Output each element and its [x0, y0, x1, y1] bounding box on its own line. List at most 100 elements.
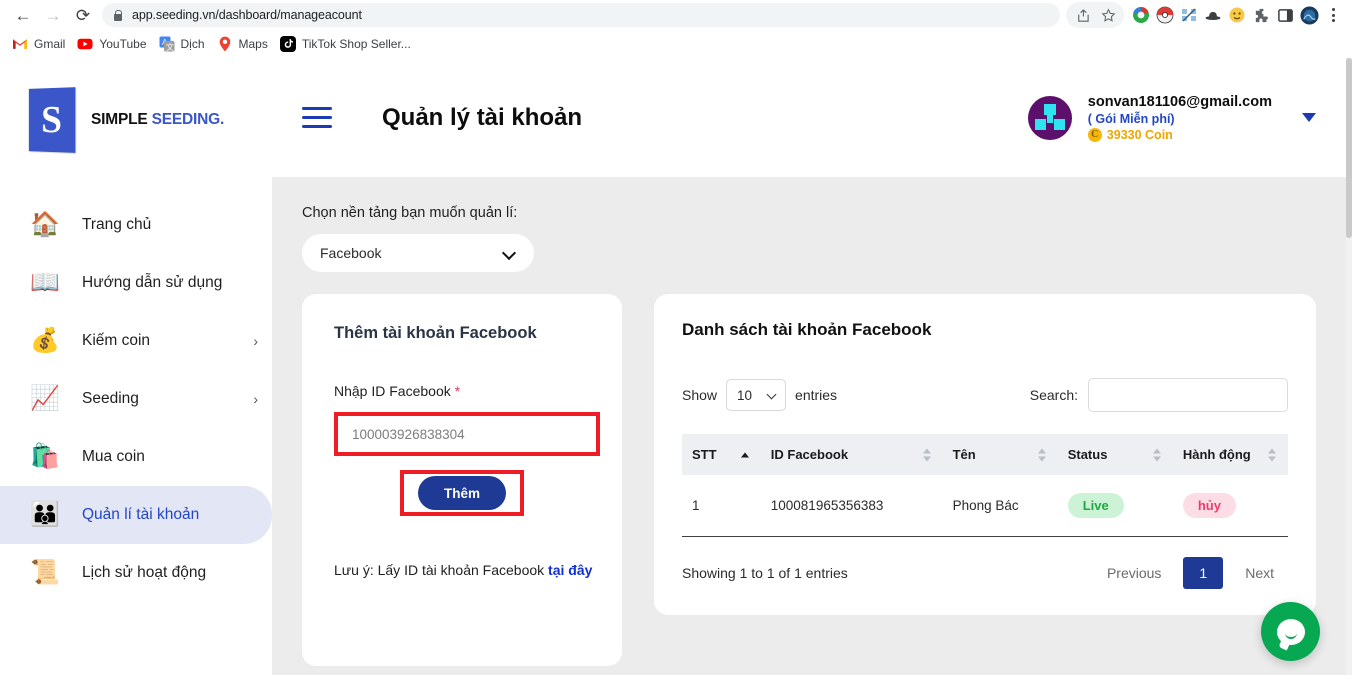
- lock-icon: [112, 9, 123, 22]
- add-account-title: Thêm tài khoản Facebook: [334, 324, 537, 342]
- address-bar[interactable]: app.seeding.vn/dashboard/manageacount: [102, 3, 1060, 27]
- app-viewport: S SIMPLE SEEDING. 🏠 Trang chủ 📖 Hướng dẫ…: [0, 58, 1352, 675]
- table-row: 1 100081965356383 Phong Bác Live hủy: [682, 475, 1288, 537]
- hamburger-menu-icon[interactable]: [302, 103, 340, 133]
- app-logo[interactable]: S SIMPLE SEEDING.: [0, 58, 272, 153]
- book-icon: 📖: [30, 269, 60, 296]
- account-details: sonvan181106@gmail.com ( Gói Miễn phí) C…: [1087, 93, 1272, 142]
- entries-select[interactable]: 10: [726, 379, 787, 411]
- column-label: Status: [1067, 447, 1108, 462]
- url-text: app.seeding.vn/dashboard/manageacount: [132, 8, 362, 22]
- bookmark-dich[interactable]: A文 Dịch: [155, 32, 213, 56]
- search-label: Search:: [1029, 387, 1078, 403]
- show-entries-group: Show 10 entries: [682, 379, 837, 411]
- logo-wordmark: SIMPLE SEEDING.: [91, 111, 224, 129]
- extension-icon-3[interactable]: [1178, 4, 1200, 26]
- profile-avatar-icon[interactable]: [1298, 4, 1320, 26]
- reload-icon[interactable]: ⟳: [68, 2, 98, 28]
- page-scrollbar-thumb[interactable]: [1346, 58, 1352, 238]
- cell-id-facebook: 100081965356383: [760, 475, 943, 537]
- extensions-row: [1130, 3, 1344, 27]
- add-account-card: Thêm tài khoản Facebook Nhập ID Facebook…: [302, 294, 622, 666]
- column-header-stt[interactable]: STT: [682, 434, 761, 475]
- bookmark-label: Gmail: [34, 37, 66, 51]
- column-header-ten[interactable]: Tên: [942, 434, 1058, 475]
- search-group: Search:: [1030, 378, 1288, 412]
- platform-select-wrapper: Facebook: [302, 234, 534, 272]
- content-area: Chọn nền tảng bạn muốn quản lí: Facebook…: [272, 177, 1352, 675]
- add-button-row: Thêm: [334, 470, 590, 516]
- bookmark-label: Maps: [238, 37, 268, 51]
- puzzle-icon[interactable]: [1250, 4, 1272, 26]
- chevron-right-icon: ›: [253, 391, 258, 407]
- extension-icon-5[interactable]: [1226, 4, 1248, 26]
- bookmark-youtube[interactable]: YouTube: [73, 32, 154, 56]
- share-icon[interactable]: [1069, 2, 1095, 28]
- required-mark: *: [454, 383, 461, 399]
- chat-widget-button[interactable]: [1261, 602, 1320, 661]
- chart-increasing-icon: 📈: [30, 385, 60, 412]
- pagination-next[interactable]: Next: [1231, 557, 1288, 589]
- sidebar-item-quan-li-tai-khoan[interactable]: 👪 Quản lí tài khoản: [0, 486, 272, 544]
- sidebar-item-kiem-coin[interactable]: 💰 Kiếm coin ›: [0, 312, 272, 370]
- svg-text:文: 文: [166, 42, 174, 52]
- add-button[interactable]: Thêm: [417, 476, 506, 510]
- pagination-previous[interactable]: Previous: [1093, 557, 1175, 589]
- extension-icon-1[interactable]: [1130, 4, 1152, 26]
- account-coin: C 39330 Coin: [1087, 127, 1272, 142]
- status-badge: Live: [1067, 493, 1124, 518]
- omnibox-row: ← → ⟳ app.seeding.vn/dashboard/manageaco…: [0, 0, 1352, 30]
- sidebar-item-mua-coin[interactable]: 🛍️ Mua coin: [0, 428, 272, 486]
- cancel-action-button[interactable]: hủy: [1182, 493, 1236, 518]
- account-list-title: Danh sách tài khoản Facebook: [682, 320, 932, 339]
- account-email: sonvan181106@gmail.com: [1087, 93, 1272, 110]
- back-arrow-icon[interactable]: ←: [8, 2, 38, 28]
- three-dot-menu-icon[interactable]: [1322, 3, 1344, 27]
- facebook-id-annotation-box: [334, 412, 600, 456]
- column-label: Hành động: [1182, 447, 1251, 462]
- sidebar-item-huong-dan-su-dung[interactable]: 📖 Hướng dẫn sử dụng: [0, 254, 272, 312]
- bookmark-label: Dịch: [180, 37, 205, 51]
- note-link[interactable]: tại đây: [548, 562, 592, 578]
- star-icon[interactable]: [1095, 2, 1121, 28]
- sidebar-item-label: Quản lí tài khoản: [82, 506, 200, 523]
- omnibox-actions: [1066, 2, 1124, 28]
- facebook-id-input[interactable]: [338, 416, 596, 452]
- account-plan: ( Gói Miễn phí): [1087, 111, 1175, 126]
- sidebar-item-seeding[interactable]: 📈 Seeding ›: [0, 370, 272, 428]
- extension-icon-2[interactable]: [1154, 4, 1176, 26]
- entries-select-wrapper: 10: [726, 379, 787, 411]
- sidebar-item-trang-chu[interactable]: 🏠 Trang chủ: [0, 196, 272, 254]
- sidebar-item-lich-su-hoat-dong[interactable]: 📜 Lịch sử hoạt động: [0, 544, 272, 602]
- bookmark-label: YouTube: [99, 37, 147, 51]
- sidebar-item-label: Seeding: [82, 390, 139, 407]
- bookmark-label: TikTok Shop Seller...: [301, 37, 411, 51]
- sort-icon: [922, 448, 931, 461]
- account-list-card: Danh sách tài khoản Facebook Show 10 ent…: [654, 294, 1316, 615]
- account-menu[interactable]: sonvan181106@gmail.com ( Gói Miễn phí) C…: [1027, 93, 1316, 142]
- platform-select-label: Chọn nền tảng bạn muốn quản lí:: [302, 205, 518, 221]
- user-avatar-icon: [1027, 95, 1072, 140]
- bookmark-tiktok-shop-seller[interactable]: TikTok Shop Seller...: [276, 32, 419, 56]
- browser-chrome: ← → ⟳ app.seeding.vn/dashboard/manageaco…: [0, 0, 1352, 58]
- table-head: STT ID Facebook Tên Status Hành động: [682, 434, 1288, 475]
- platform-select[interactable]: Facebook: [302, 234, 534, 272]
- shopping-bag-icon: 🛍️: [30, 443, 60, 470]
- forward-arrow-icon[interactable]: →: [38, 2, 68, 28]
- side-panel-icon[interactable]: [1274, 4, 1296, 26]
- sort-icon: [1037, 448, 1046, 461]
- chevron-down-icon[interactable]: [1302, 113, 1316, 122]
- column-header-status[interactable]: Status: [1057, 434, 1173, 475]
- pagination-page-1[interactable]: 1: [1183, 557, 1224, 589]
- column-header-hanh-dong[interactable]: Hành động: [1172, 434, 1288, 475]
- sort-ascending-icon: [740, 452, 749, 457]
- bookmark-maps[interactable]: Maps: [213, 32, 276, 56]
- bookmark-gmail[interactable]: Gmail: [8, 32, 73, 56]
- extension-icon-4[interactable]: [1202, 4, 1224, 26]
- search-input[interactable]: [1088, 378, 1288, 412]
- column-header-id-facebook[interactable]: ID Facebook: [760, 434, 943, 475]
- page-scrollbar[interactable]: [1346, 58, 1352, 675]
- column-label: ID Facebook: [770, 447, 849, 462]
- chevron-right-icon: ›: [253, 333, 258, 349]
- chat-bubble-icon: [1276, 618, 1305, 645]
